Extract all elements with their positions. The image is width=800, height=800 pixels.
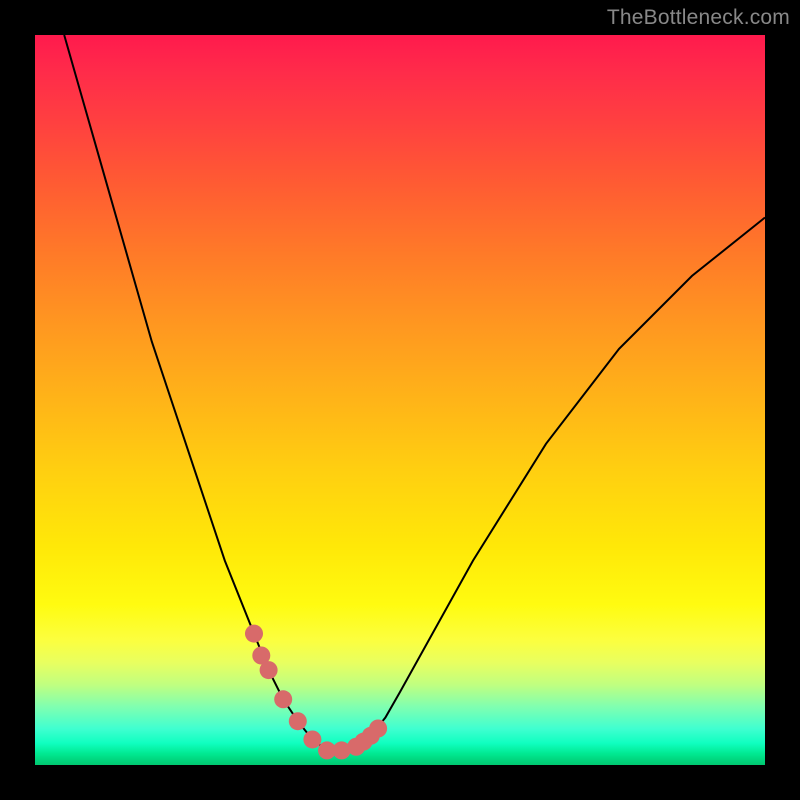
highlight-dot — [303, 730, 321, 748]
bottleneck-curve — [64, 35, 765, 750]
highlight-dot — [274, 690, 292, 708]
highlight-dot — [289, 712, 307, 730]
watermark-text: TheBottleneck.com — [607, 6, 790, 30]
highlight-dot — [245, 625, 263, 643]
highlight-dot — [369, 720, 387, 738]
chart-frame: TheBottleneck.com — [0, 0, 800, 800]
highlight-dots — [245, 625, 387, 760]
curve-layer — [35, 35, 765, 765]
plot-area — [35, 35, 765, 765]
highlight-dot — [260, 661, 278, 679]
bottleneck-curve-path — [64, 35, 765, 750]
